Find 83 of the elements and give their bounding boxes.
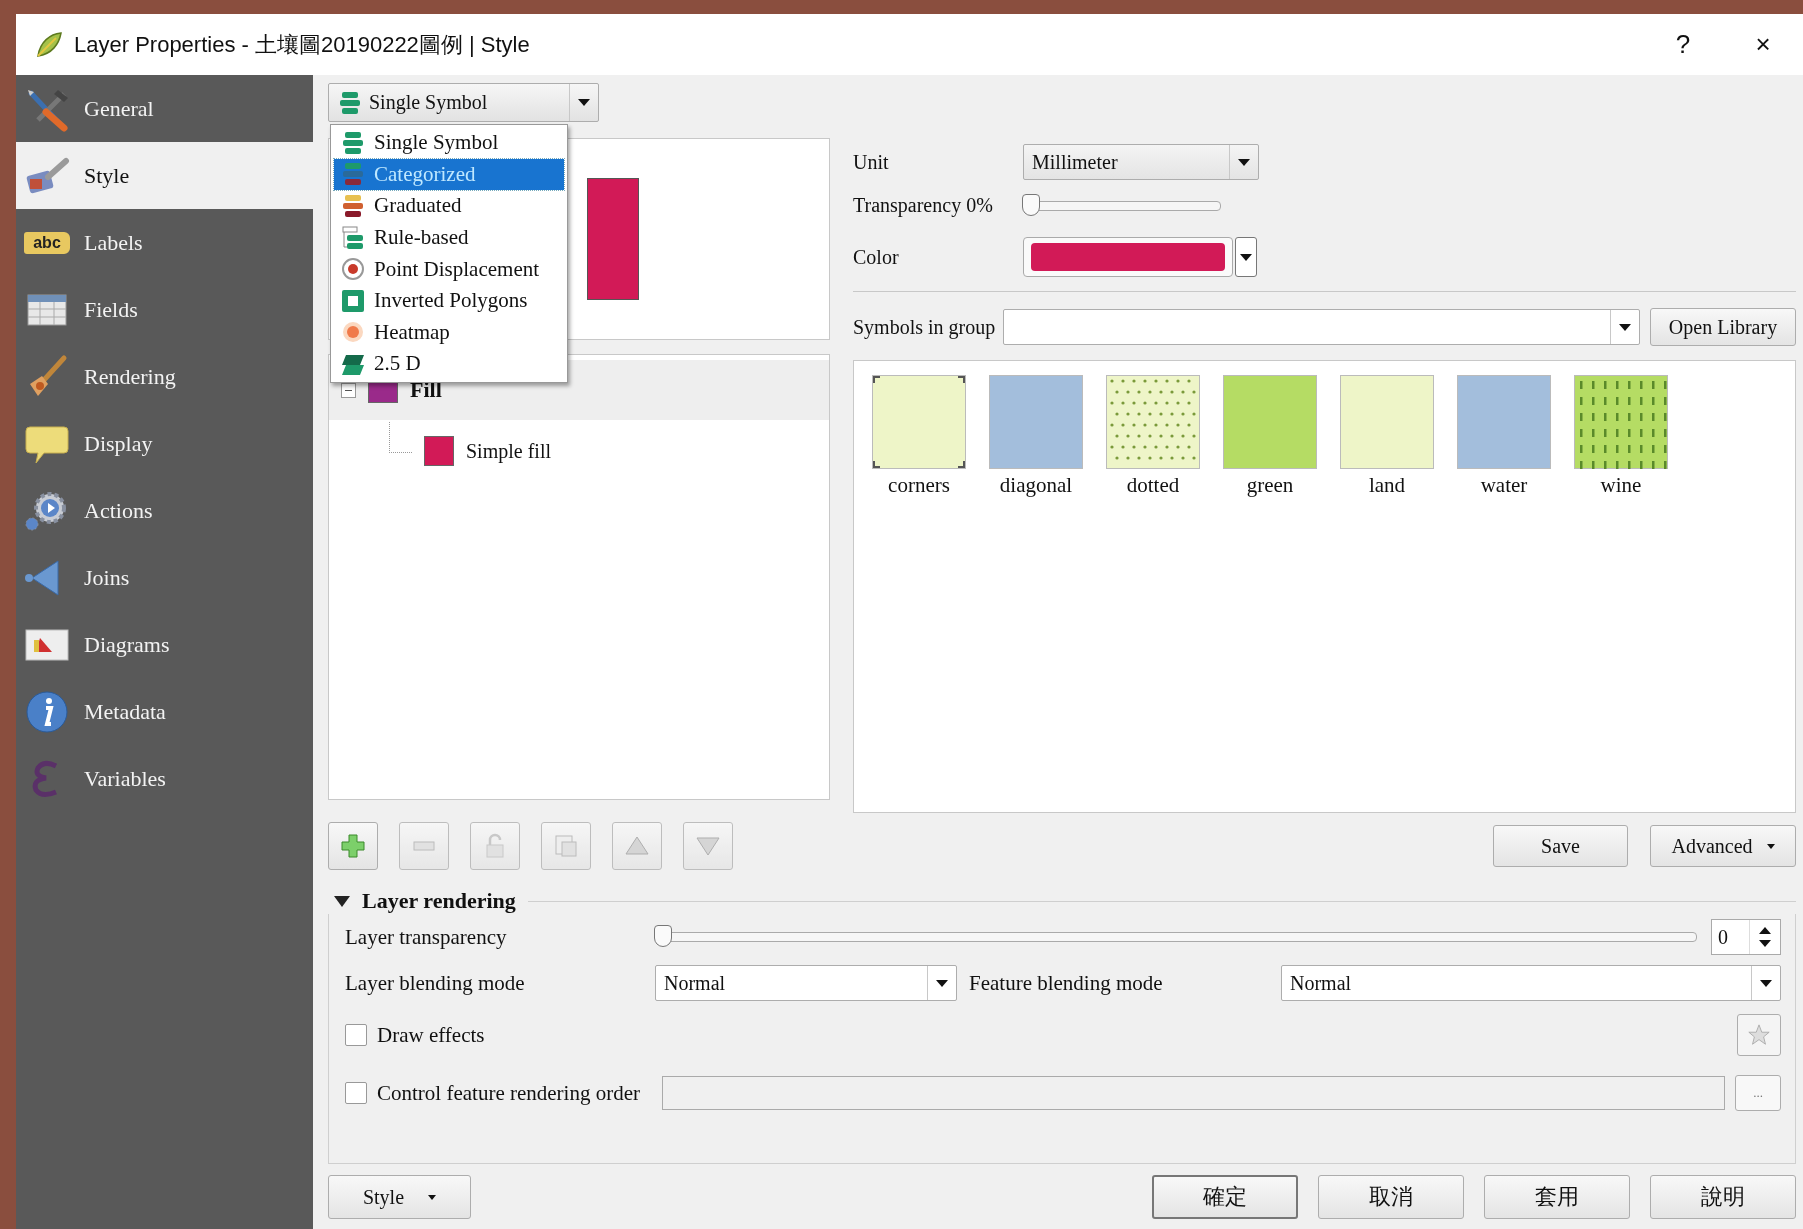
tag-label: abc	[24, 231, 70, 254]
stack-icon	[337, 89, 363, 116]
symbol-name: corners	[888, 473, 950, 498]
sidebar-item[interactable]: Diagrams	[16, 611, 313, 678]
leaf-icon	[34, 29, 64, 60]
collapse-triangle-icon[interactable]	[334, 895, 350, 907]
effects-button[interactable]	[1737, 1014, 1781, 1056]
checkbox-label: Draw effects	[377, 1022, 485, 1048]
symbol-name: land	[1368, 473, 1406, 498]
transparency-label: Transparency 0%	[853, 194, 994, 217]
symbol-name: diagonal	[999, 473, 1073, 498]
unit-dropdown[interactable]: Millimeter	[1023, 144, 1259, 180]
order-field[interactable]	[662, 1076, 1725, 1110]
checkbox[interactable]	[345, 1082, 367, 1104]
blending-dropdown[interactable]: Normal	[655, 965, 957, 1001]
menu-item[interactable]: Heatmap	[334, 316, 564, 349]
sidebar-item[interactable]: Actions	[16, 477, 313, 544]
symbol-name: green	[1246, 473, 1294, 498]
sidebar-item[interactable]: Rendering	[16, 343, 313, 410]
caret-icon	[1760, 979, 1772, 987]
caret-icon	[936, 979, 948, 987]
stack-icon	[340, 193, 366, 219]
unit-label: Unit	[853, 150, 890, 174]
plus-icon	[339, 832, 367, 860]
blending-label: Layer blending mode	[345, 970, 526, 996]
checkbox[interactable]	[345, 1024, 367, 1046]
sidebar-item[interactable]: Variables	[16, 745, 313, 812]
sidebar-item[interactable]: Display	[16, 410, 313, 477]
number-field[interactable]: 0	[1711, 919, 1781, 955]
tree-row[interactable]: Simple fill	[329, 420, 829, 482]
sidebar-item[interactable]: abc Labels	[16, 209, 313, 276]
menu-item[interactable]: Graduated	[334, 190, 564, 222]
group-dropdown[interactable]	[1003, 309, 1640, 345]
target-icon	[340, 256, 366, 283]
menu-item[interactable]: Point Displacement	[334, 253, 564, 285]
save-button[interactable]: Save	[1493, 825, 1628, 867]
group-title: Layer rendering	[362, 888, 516, 914]
slider-thumb[interactable]	[654, 925, 672, 947]
menu-item[interactable]: Categorized	[334, 158, 564, 191]
transparency-label: Layer transparency	[345, 924, 508, 950]
symbol-name: dotted	[1126, 473, 1180, 498]
help-button[interactable]: ?	[1643, 29, 1723, 60]
caret-icon	[1619, 323, 1631, 331]
info-icon	[24, 688, 70, 735]
blending-label: Feature blending mode	[969, 970, 1164, 996]
sidebar-item[interactable]: Style	[16, 142, 313, 209]
menu-item[interactable]: Rule-based	[334, 221, 564, 254]
blending-dropdown[interactable]: Normal	[1281, 965, 1781, 1001]
open-library-button[interactable]: Open Library	[1650, 308, 1796, 346]
checkbox-label: Control feature rendering order	[377, 1080, 640, 1106]
menu-item[interactable]: Inverted Polygons	[334, 284, 564, 317]
fill-swatch	[424, 436, 454, 466]
color-button[interactable]	[1023, 237, 1233, 277]
dialog-button[interactable]: 套用	[1484, 1175, 1630, 1219]
duplicate-icon	[552, 832, 580, 860]
square-icon	[340, 287, 366, 314]
slider-thumb[interactable]	[1022, 193, 1040, 216]
star-icon	[1747, 1023, 1771, 1047]
symbol-name: water	[1480, 473, 1528, 498]
more-button[interactable]: ...	[1735, 1075, 1781, 1111]
caret-icon	[1238, 158, 1250, 166]
dialog-button[interactable]: 取消	[1318, 1175, 1464, 1219]
stack-icon	[340, 224, 366, 251]
sidebar-item[interactable]: Joins	[16, 544, 313, 611]
stack-icon	[340, 161, 366, 188]
sidebar-item[interactable]: General	[16, 75, 313, 142]
group-label: Symbols in group	[853, 315, 996, 339]
dropdown-button[interactable]	[1235, 237, 1257, 277]
dialog-button[interactable]: 確定	[1152, 1175, 1298, 1219]
renderer-dropdown[interactable]: Single Symbol	[328, 83, 599, 122]
close-button[interactable]: ×	[1723, 29, 1803, 60]
menu-item[interactable]: Single Symbol	[334, 127, 564, 159]
stack-icon	[340, 129, 366, 156]
advanced-button[interactable]: Advanced	[1650, 825, 1796, 867]
caret-icon	[578, 99, 590, 106]
color-label: Color	[853, 245, 900, 269]
style-button[interactable]: Style	[328, 1175, 471, 1219]
symbol-name: wine	[1600, 473, 1642, 498]
sidebar-item[interactable]: Metadata	[16, 678, 313, 745]
dialog-button[interactable]: 說明	[1650, 1175, 1796, 1219]
sidebar-item[interactable]: Fields	[16, 276, 313, 343]
window-title: Layer Properties - 土壤圖20190222圖例 | Style	[74, 30, 531, 59]
add-button[interactable]	[328, 822, 378, 870]
